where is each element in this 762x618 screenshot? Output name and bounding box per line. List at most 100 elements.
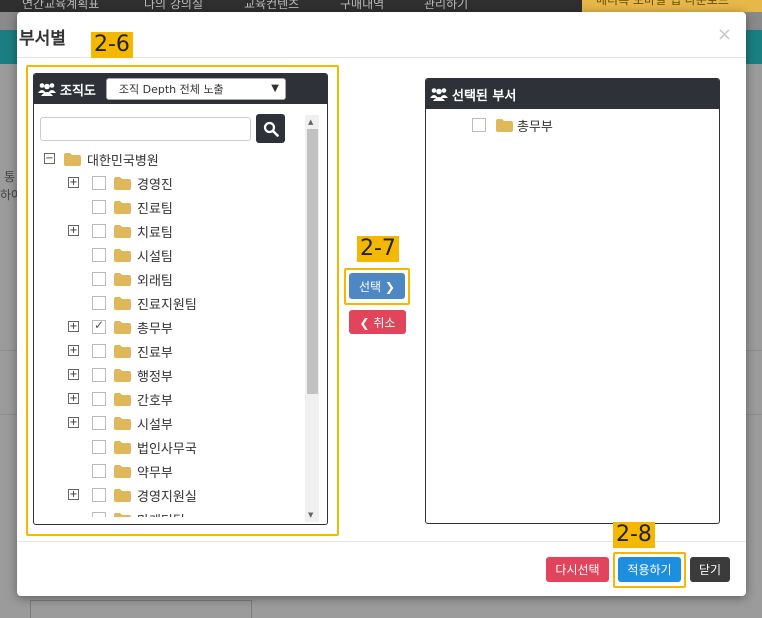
folder-icon (496, 119, 513, 132)
tree-item-label: 마케팅팀 (137, 510, 185, 517)
bg-divider (746, 350, 762, 351)
cancel-button[interactable]: ❮ 취소 (349, 310, 406, 334)
dept-checkbox[interactable] (92, 272, 106, 286)
search-icon (263, 121, 279, 137)
expand-icon[interactable]: + (68, 177, 79, 188)
bg-box (30, 600, 252, 618)
tag-2-6: 2-6 (91, 32, 133, 58)
dept-checkbox[interactable] (92, 296, 106, 310)
selected-dept-item[interactable]: 총무부 (472, 113, 592, 137)
tree-item-label: 총무부 (137, 322, 173, 337)
folder-icon (114, 465, 131, 478)
dept-checkbox[interactable] (92, 392, 106, 406)
search-input[interactable] (40, 117, 251, 141)
scroll-up-icon[interactable]: ▲ (308, 118, 313, 126)
folder-icon (114, 441, 131, 454)
folder-icon (114, 393, 131, 406)
users-icon (430, 87, 448, 101)
close-icon[interactable]: × (717, 24, 732, 45)
dept-checkbox[interactable] (92, 512, 106, 517)
tag-2-7: 2-7 (357, 236, 399, 262)
dept-checkbox[interactable] (92, 224, 106, 238)
tree-item-label: 치료팀 (137, 226, 173, 241)
users-icon (38, 82, 56, 96)
bg-nav-item: 교육컨텐츠 (244, 0, 300, 11)
tree-item[interactable]: 법인사무국 (44, 435, 294, 459)
folder-icon (114, 489, 131, 502)
tree-item-label: 외래팀 (137, 274, 173, 289)
folder-icon (114, 249, 131, 262)
folder-icon (114, 273, 131, 286)
org-tree: − 대한민국병원 + 경영진진료팀 + 치료팀시설팀외래팀진료지원팀 + 총무부 + 진료부 + 행정… (44, 147, 306, 517)
dept-checkbox[interactable] (92, 200, 106, 214)
tree-item[interactable]: 마케팅팀 (44, 507, 294, 517)
depth-select[interactable]: 조직 Depth 전체 노출 ▼ (105, 78, 286, 100)
expand-icon[interactable]: + (68, 489, 79, 500)
tree-item-label: 진료지원팀 (137, 298, 197, 313)
tree-item-label: 시설부 (137, 418, 173, 433)
dept-checkbox[interactable] (92, 176, 106, 190)
collapse-icon[interactable]: − (44, 153, 55, 164)
expand-icon[interactable]: + (68, 225, 79, 236)
tree-item[interactable]: 약무부 (44, 459, 294, 483)
tree-item[interactable]: 외래팀 (44, 267, 294, 291)
dept-checkbox[interactable] (92, 416, 106, 430)
tree-item-label: 법인사무국 (137, 442, 197, 457)
select-button[interactable]: 선택 ❯ (349, 273, 405, 299)
tree-item[interactable]: − 대한민국병원 (44, 147, 294, 171)
folder-icon (114, 417, 131, 430)
bg-nav-item: 연간교육계획표 (22, 0, 100, 11)
folder-icon (114, 369, 131, 382)
tree-item-label: 경영지원실 (137, 490, 197, 505)
org-chart-title: 조직도 (60, 83, 96, 99)
folder-icon (114, 225, 131, 238)
scroll-down-icon[interactable]: ▼ (308, 511, 313, 519)
tree-item[interactable]: 시설팀 (44, 243, 294, 267)
search-button[interactable] (256, 114, 285, 143)
expand-icon[interactable]: + (68, 393, 79, 404)
tree-item-label: 경영진 (137, 178, 173, 193)
tree-item[interactable]: + 행정부 (44, 363, 294, 387)
dept-checkbox[interactable] (92, 248, 106, 262)
dept-checkbox[interactable] (92, 464, 106, 478)
org-chart-panel: 조직도 조직 Depth 전체 노출 ▼ − 대한민국병원 + 경영진진료팀 + 치료팀시… (33, 73, 328, 525)
tree-item-label: 진료부 (137, 346, 173, 361)
close-button[interactable]: 닫기 (690, 557, 730, 582)
tree-item-label: 대한민국병원 (87, 154, 159, 169)
folder-icon (114, 177, 131, 190)
tree-item[interactable]: + 진료부 (44, 339, 294, 363)
tree-item[interactable]: 진료지원팀 (44, 291, 294, 315)
selected-dept-panel: 선택된 부서 총무부 (425, 78, 720, 524)
dept-checkbox[interactable] (92, 318, 106, 334)
reselect-button[interactable]: 다시선택 (546, 557, 609, 582)
modal-title: 부서별 (19, 29, 66, 49)
dept-checkbox[interactable] (92, 488, 106, 502)
tree-item[interactable]: + 총무부 (44, 315, 294, 339)
bg-divider (746, 414, 762, 415)
tree-item[interactable]: + 치료팀 (44, 219, 294, 243)
scroll-thumb[interactable] (307, 129, 318, 394)
tree-item-label: 간호부 (137, 394, 173, 409)
selected-dept-title: 선택된 부서 (452, 88, 517, 104)
bg-mobile-banner: 메디톡 모바일 앱 다운로드 (582, 0, 762, 12)
tree-scrollbar[interactable]: ▲ ▼ (305, 115, 319, 522)
apply-button[interactable]: 적용하기 (618, 557, 681, 582)
tree-item[interactable]: + 시설부 (44, 411, 294, 435)
tree-item[interactable]: + 경영지원실 (44, 483, 294, 507)
dept-checkbox[interactable] (92, 440, 106, 454)
dept-checkbox[interactable] (92, 344, 106, 358)
dept-checkbox[interactable] (92, 368, 106, 382)
bg-nav-item: 구매내역 (340, 0, 385, 11)
tree-item-label: 약무부 (137, 466, 173, 481)
expand-icon[interactable]: + (68, 369, 79, 380)
chevron-down-icon: ▼ (271, 83, 279, 94)
dept-checkbox[interactable] (472, 118, 486, 132)
tree-item[interactable]: + 경영진 (44, 171, 294, 195)
folder-icon (114, 321, 131, 334)
expand-icon[interactable]: + (68, 345, 79, 356)
expand-icon[interactable]: + (68, 321, 79, 332)
tree-item[interactable]: 진료팀 (44, 195, 294, 219)
expand-icon[interactable]: + (68, 417, 79, 428)
tree-item[interactable]: + 간호부 (44, 387, 294, 411)
tree-item-label: 시설팀 (137, 250, 173, 265)
